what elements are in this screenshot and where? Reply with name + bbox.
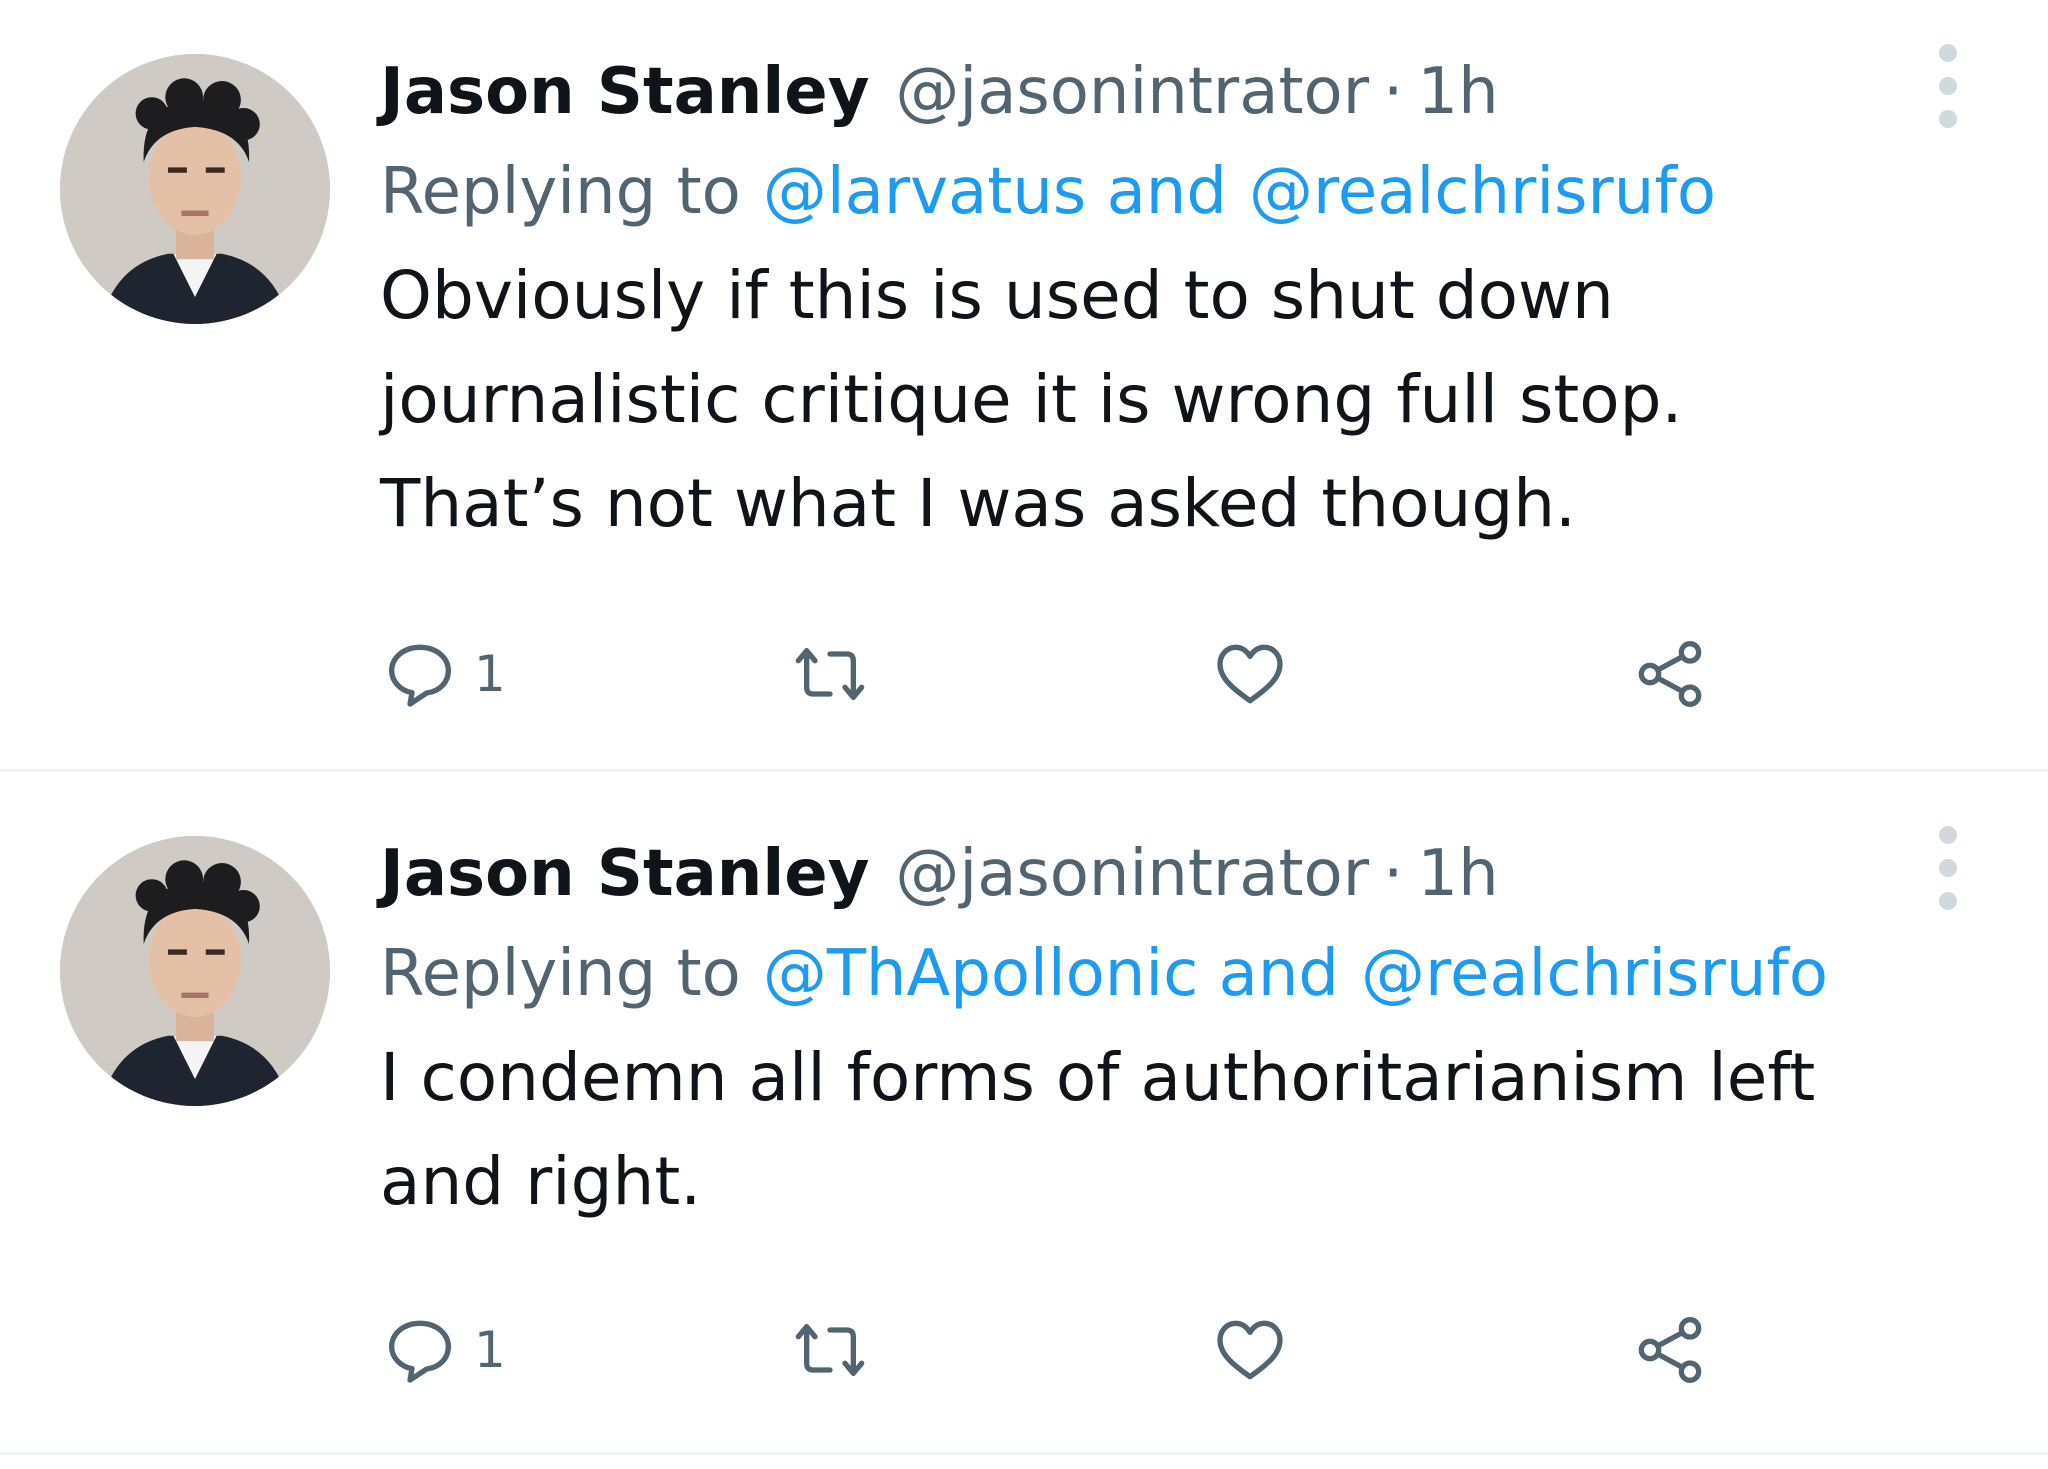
replying-prefix: Replying to bbox=[380, 937, 741, 1011]
retweet-button[interactable] bbox=[790, 1300, 870, 1400]
retweet-icon bbox=[795, 1324, 865, 1376]
timestamp[interactable]: 1h bbox=[1417, 837, 1498, 911]
tweet-header: Jason Stanley @jasonintrator · 1h bbox=[380, 826, 1968, 922]
tweet-text: Obviously if this is used to shut down j… bbox=[380, 257, 1683, 542]
share-icon bbox=[1638, 1317, 1702, 1383]
heart-icon bbox=[1217, 644, 1283, 704]
tweet-content: Jason Stanley @jasonintrator · 1h Replyi… bbox=[380, 44, 1968, 556]
author-name[interactable]: Jason Stanley bbox=[380, 55, 869, 129]
tweet-actions: 1 bbox=[380, 1300, 1730, 1400]
tweet-actions: 1 bbox=[380, 624, 1730, 724]
replying-to: Replying to @larvatus and @realchrisrufo bbox=[380, 140, 1968, 244]
avatar-photo-icon bbox=[60, 54, 330, 324]
tweet-text: I condemn all forms of authoritarianism … bbox=[380, 1039, 1816, 1220]
tweet-content: Jason Stanley @jasonintrator · 1h Replyi… bbox=[380, 826, 1968, 1234]
avatar-photo-icon bbox=[60, 836, 330, 1106]
reply-to-link[interactable]: @ThApollonic and bbox=[763, 937, 1339, 1011]
more-vertical-icon[interactable] bbox=[1918, 818, 1978, 918]
reply-button[interactable]: 1 bbox=[380, 624, 506, 724]
tweet-header: Jason Stanley @jasonintrator · 1h bbox=[380, 44, 1968, 140]
retweet-icon bbox=[795, 648, 865, 700]
tweet[interactable]: Jason Stanley @jasonintrator · 1h Replyi… bbox=[0, 0, 2048, 772]
share-button[interactable] bbox=[1630, 1300, 1710, 1400]
reply-count: 1 bbox=[474, 1321, 506, 1379]
retweet-button[interactable] bbox=[790, 624, 870, 724]
more-vertical-icon[interactable] bbox=[1918, 36, 1978, 136]
separator: · bbox=[1383, 837, 1404, 911]
timestamp[interactable]: 1h bbox=[1417, 55, 1498, 129]
like-button[interactable] bbox=[1210, 624, 1290, 724]
reply-icon bbox=[389, 1320, 452, 1383]
author-handle[interactable]: @jasonintrator bbox=[895, 55, 1369, 129]
heart-icon bbox=[1217, 1320, 1283, 1380]
share-icon bbox=[1638, 641, 1702, 707]
like-button[interactable] bbox=[1210, 1300, 1290, 1400]
reply-count: 1 bbox=[474, 645, 506, 703]
share-button[interactable] bbox=[1630, 624, 1710, 724]
avatar[interactable] bbox=[60, 836, 330, 1106]
reply-icon bbox=[389, 644, 452, 707]
reply-to-link[interactable]: @realchrisrufo bbox=[1249, 155, 1716, 229]
replying-to: Replying to @ThApollonic and @realchrisr… bbox=[380, 922, 1968, 1026]
author-handle[interactable]: @jasonintrator bbox=[895, 837, 1369, 911]
avatar[interactable] bbox=[60, 54, 330, 324]
reply-button[interactable]: 1 bbox=[380, 1300, 506, 1400]
author-name[interactable]: Jason Stanley bbox=[380, 837, 869, 911]
separator: · bbox=[1383, 55, 1404, 129]
reply-to-link[interactable]: @larvatus and bbox=[763, 155, 1227, 229]
replying-prefix: Replying to bbox=[380, 155, 741, 229]
tweet[interactable]: Jason Stanley @jasonintrator · 1h Replyi… bbox=[0, 772, 2048, 1455]
reply-to-link[interactable]: @realchrisrufo bbox=[1361, 937, 1828, 1011]
